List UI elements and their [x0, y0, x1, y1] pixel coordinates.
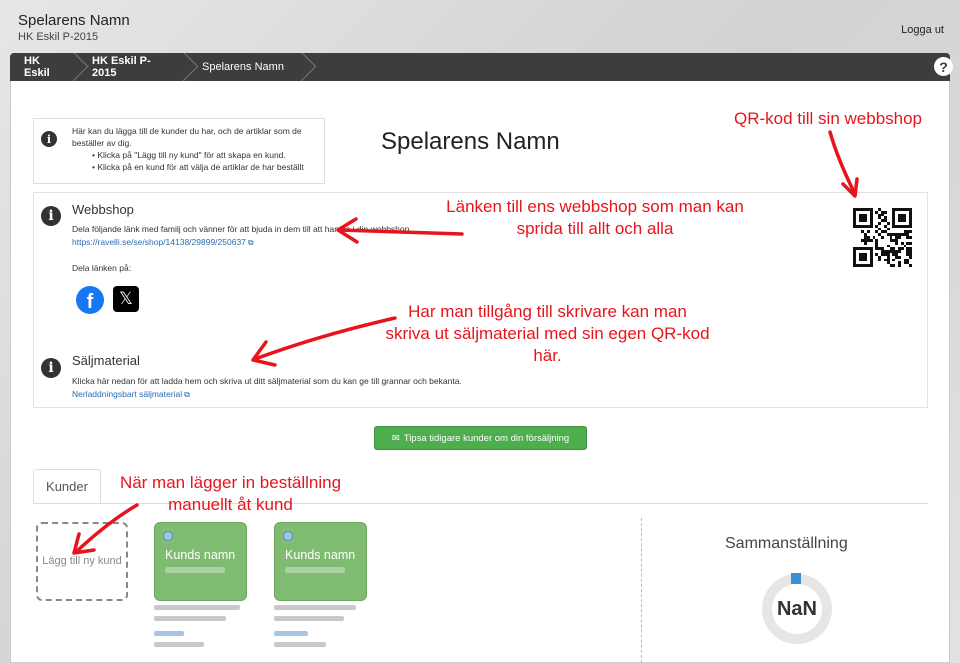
info-icon: i [41, 206, 61, 226]
qr-code [853, 208, 912, 267]
help-icon[interactable]: ? [934, 57, 953, 76]
summary-title: Sammanställning [725, 535, 848, 552]
redacted-text [154, 642, 204, 647]
intro-bullet: Klicka på "Lägg till ny kund" för att sk… [92, 149, 304, 161]
facebook-icon[interactable]: f [76, 286, 104, 314]
top-header: Spelarens Namn HK Eskil P-2015 Logga ut [0, 0, 960, 52]
webshop-link-text[interactable]: https://ravelli.se/se/shop/14138/29899/2… [72, 237, 246, 247]
sales-material-heading: Säljmaterial [72, 353, 140, 368]
intro-bullet: Klicka på en kund för att välja de artik… [92, 161, 303, 173]
customer-name: Kunds namn [165, 548, 236, 562]
sales-material-link[interactable]: Nerladdningsbart säljmaterial ⧉ [72, 389, 190, 400]
redacted-text [154, 616, 226, 621]
breadcrumb-item-team[interactable]: HK Eskil P-2015 [78, 53, 188, 81]
column-divider [641, 518, 642, 663]
external-link-icon: ⧉ [184, 390, 190, 399]
app-title: Spelarens Namn [18, 12, 130, 29]
sales-material-link-text[interactable]: Nerladdningsbart säljmaterial [72, 389, 182, 399]
customer-detail-redacted [165, 567, 225, 573]
breadcrumb-item-player[interactable]: Spelarens Namn [188, 53, 306, 81]
summary-value: NaN [776, 597, 817, 620]
redacted-text [274, 605, 356, 610]
redacted-text [274, 616, 344, 621]
intro-info-box: i Här kan du lägga till de kunder du har… [33, 118, 325, 184]
redacted-text [154, 605, 240, 610]
summary-donut-chart: NaN [762, 574, 832, 644]
sales-material-description: Klicka här nedan för att ladda hem och s… [72, 376, 462, 386]
share-label: Dela länken på: [72, 263, 132, 273]
intro-bullets: Klicka på "Lägg till ny kund" för att sk… [92, 149, 304, 173]
annotation-link: Länken till ens webbshop som man kan spr… [446, 197, 744, 238]
breadcrumb: HK Eskil HK Eskil P-2015 Spelarens Namn [10, 53, 950, 81]
add-customer-button[interactable]: Lägg till ny kund [36, 522, 128, 601]
annotation-print: Har man tillgång till skrivare kan man s… [385, 302, 710, 365]
webshop-heading: Webbshop [72, 202, 134, 217]
customer-card[interactable]: Kunds namn [154, 522, 247, 601]
redacted-text [274, 642, 326, 647]
tip-customers-button[interactable]: ✉ Tipsa tidigare kunder om din försäljni… [374, 426, 587, 450]
annotation-manual: När man lägger in beställning manuellt å… [119, 473, 342, 514]
annotation-qr: QR-kod till sin webbshop [733, 109, 923, 128]
status-dot-icon [163, 531, 173, 541]
info-icon: i [41, 131, 57, 147]
x-twitter-icon[interactable]: 𝕏 [113, 286, 139, 312]
envelope-icon: ✉ [391, 432, 400, 444]
webshop-link[interactable]: https://ravelli.se/se/shop/14138/29899/2… [72, 237, 254, 248]
tip-button-label: Tipsa tidigare kunder om din försäljning [403, 432, 570, 444]
page-title: Spelarens Namn [381, 128, 560, 155]
intro-text: Här kan du lägga till de kunder du har, … [72, 126, 302, 148]
logout-link[interactable]: Logga ut [901, 24, 944, 36]
main-panel: i Här kan du lägga till de kunder du har… [10, 81, 950, 663]
breadcrumb-item-club[interactable]: HK Eskil [10, 53, 78, 81]
redacted-link [154, 631, 184, 636]
external-link-icon: ⧉ [247, 238, 254, 247]
customer-detail-redacted [285, 567, 345, 573]
info-icon: i [41, 358, 61, 378]
app-subtitle: HK Eskil P-2015 [18, 31, 99, 43]
redacted-link [274, 631, 308, 636]
tab-customers[interactable]: Kunder [33, 469, 101, 503]
webshop-description: Dela följande länk med familj och vänner… [72, 224, 412, 234]
customer-card[interactable]: Kunds namn [274, 522, 367, 601]
status-dot-icon [283, 531, 293, 541]
qr-module [909, 264, 912, 267]
donut-marker [791, 573, 801, 584]
customer-name: Kunds namn [285, 548, 356, 562]
